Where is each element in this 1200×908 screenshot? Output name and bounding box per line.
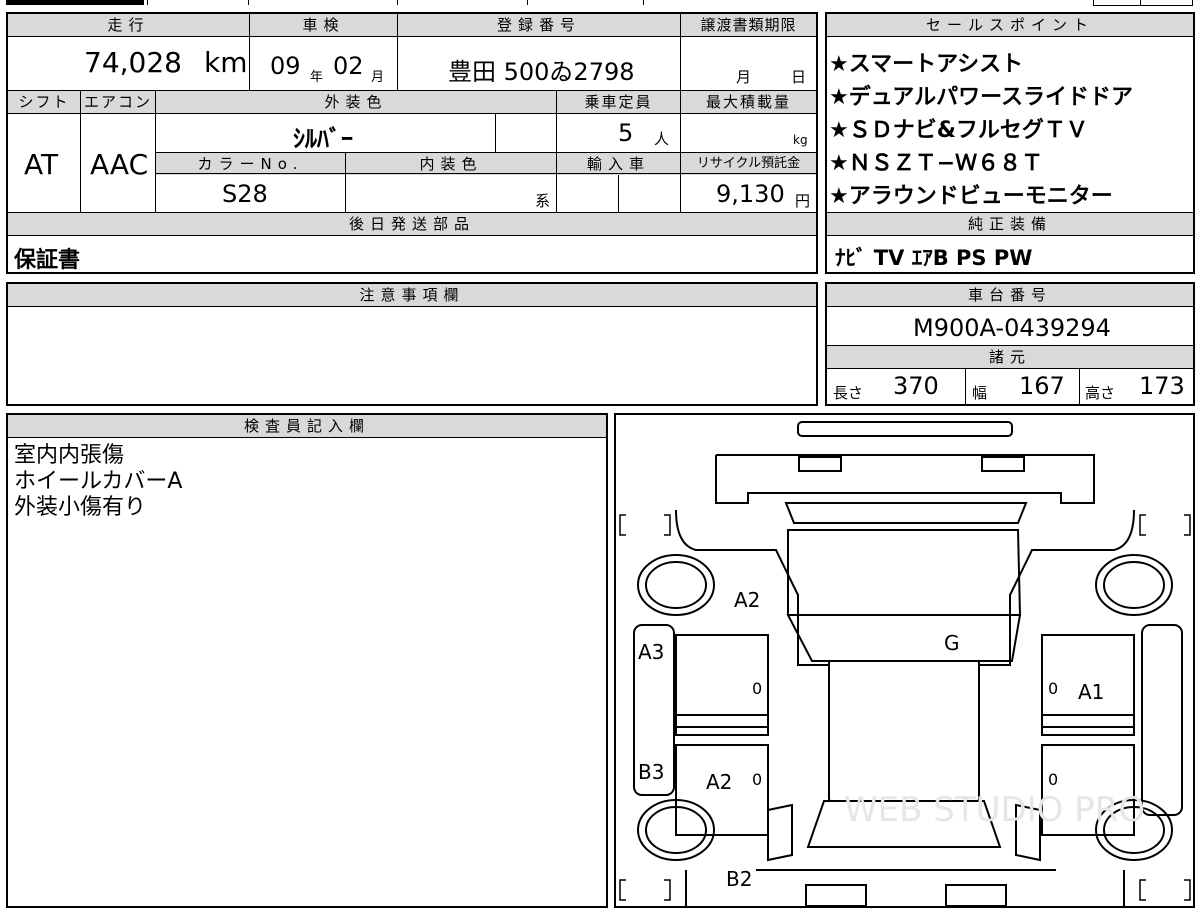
windshield bbox=[787, 529, 1022, 616]
registration-value: 豊田 500ゐ2798 bbox=[448, 58, 635, 86]
mark-zero-right-upper: 0 bbox=[1048, 679, 1059, 698]
inspector-line-3: 外装小傷有り bbox=[14, 495, 147, 520]
capacity-value: 5 bbox=[618, 119, 634, 147]
transfer-deadline-header: 譲渡書類期限 bbox=[681, 14, 816, 36]
inspector-line-2: ホイールカバーA bbox=[14, 469, 183, 494]
month-label: 月 bbox=[371, 70, 385, 85]
rear-bumper-right bbox=[945, 884, 1007, 906]
capacity-header: 乗車定員 bbox=[557, 91, 680, 113]
mark-zero-left-upper: 0 bbox=[752, 679, 763, 698]
max-load-header: 最大積載量 bbox=[681, 91, 816, 113]
vehicle-info-table: 走行 車検 登録番号 譲渡書類期限 74,028 km 09 年 02 月 豊田… bbox=[6, 12, 818, 274]
chassis-header: 車台番号 bbox=[827, 284, 1193, 306]
mark-b2: B2 bbox=[726, 867, 753, 891]
color-no-header: カラーNo. bbox=[156, 153, 345, 175]
specs-header: 諸元 bbox=[827, 346, 1193, 368]
inspection-month: 02 bbox=[333, 52, 364, 80]
roof bbox=[828, 660, 980, 802]
watermark: WEB STUDIO PRO bbox=[844, 790, 1146, 830]
rear-panel-left bbox=[767, 803, 793, 862]
mark-a2-lower: A2 bbox=[706, 770, 733, 794]
width-value: 167 bbox=[1019, 372, 1065, 400]
front-grille-right bbox=[981, 456, 1025, 472]
front-bumper bbox=[797, 421, 1013, 437]
sales-point-4: ★ＮＳＺＴ−Ｗ６８Ｔ bbox=[829, 151, 1044, 176]
height-value: 173 bbox=[1139, 372, 1185, 400]
rear-bumper-left bbox=[805, 884, 867, 906]
chassis-specs-box: 車台番号 M900A-0439294 諸元 長さ 370 幅 167 高さ 17… bbox=[825, 282, 1195, 406]
sales-point-1: ★スマートアシスト bbox=[829, 52, 1024, 77]
later-parts-header: 後日発送部品 bbox=[8, 213, 816, 235]
notes-header: 注意事項欄 bbox=[8, 284, 816, 306]
front-grille-left bbox=[798, 456, 842, 472]
exterior-color-value: ｼﾙﾊﾞｰ bbox=[293, 125, 353, 153]
inspector-box: 検査員記入欄 室内内張傷 ホイールカバーA 外装小傷有り bbox=[6, 413, 608, 908]
car-diagram-box: A2 G A3 A1 B3 A2 B2 0 0 0 0 WEB STUDIO P… bbox=[614, 413, 1195, 908]
color-no-value: S28 bbox=[222, 180, 268, 208]
exterior-color-header: 外装色 bbox=[156, 91, 556, 113]
aircon-value: AAC bbox=[90, 148, 149, 181]
inspection-header: 車検 bbox=[250, 14, 397, 36]
genuine-equipment-value: ﾅﾋﾞ TV ｴｱB PS PW bbox=[835, 246, 1033, 270]
sales-point-2: ★デュアルパワースライドドア bbox=[829, 85, 1133, 110]
sales-point-5: ★アラウンドビューモニター bbox=[829, 184, 1113, 209]
height-label: 高さ bbox=[1085, 384, 1116, 402]
mark-b3: B3 bbox=[638, 760, 665, 784]
front-panel bbox=[715, 454, 1095, 504]
notes-box: 注意事項欄 bbox=[6, 282, 818, 406]
mileage-header: 走行 bbox=[8, 14, 249, 36]
length-label: 長さ bbox=[833, 384, 864, 402]
chassis-value: M900A-0439294 bbox=[913, 314, 1111, 342]
shift-header: シフト bbox=[8, 91, 80, 113]
mark-zero-left-lower: 0 bbox=[752, 770, 763, 789]
wheel-front-left bbox=[637, 554, 715, 616]
aircon-header: エアコン bbox=[81, 91, 155, 113]
inspector-header: 検査員記入欄 bbox=[8, 415, 606, 437]
recycle-value: 9,130 bbox=[716, 180, 785, 208]
deadline-month-label: 月 bbox=[736, 68, 752, 86]
mark-zero-right-lower: 0 bbox=[1048, 770, 1059, 789]
mileage-unit: km bbox=[204, 46, 248, 79]
windshield-top bbox=[784, 502, 1028, 524]
mark-g: G bbox=[944, 631, 960, 655]
right-side-strip bbox=[1141, 624, 1183, 816]
deadline-day-label: 日 bbox=[791, 68, 807, 86]
interior-suffix: 系 bbox=[535, 192, 551, 210]
wheel-front-right bbox=[1095, 554, 1173, 616]
length-value: 370 bbox=[893, 372, 939, 400]
mark-a2-upper: A2 bbox=[734, 588, 761, 612]
max-load-unit: kg bbox=[793, 133, 808, 147]
sales-points-box: セールスポイント ★スマートアシスト ★デュアルパワースライドドア ★ＳＤナビ&… bbox=[825, 12, 1195, 274]
sales-point-3: ★ＳＤナビ&フルセグＴＶ bbox=[829, 118, 1088, 143]
shift-value: AT bbox=[24, 148, 59, 181]
capacity-unit: 人 bbox=[654, 130, 670, 148]
car-diagram bbox=[619, 421, 1191, 906]
inspection-year: 09 bbox=[270, 52, 301, 80]
width-label: 幅 bbox=[972, 384, 988, 402]
recycle-fee-header: リサイクル預託金 bbox=[681, 153, 816, 175]
registration-header: 登録番号 bbox=[398, 14, 680, 36]
inspector-line-1: 室内内張傷 bbox=[14, 443, 125, 468]
year-label: 年 bbox=[310, 70, 324, 85]
mileage-value: 74,028 bbox=[84, 46, 182, 79]
recycle-unit: 円 bbox=[795, 192, 811, 210]
roof-front bbox=[786, 614, 1022, 662]
import-header: 輸入車 bbox=[557, 153, 680, 175]
mark-a3: A3 bbox=[638, 640, 665, 664]
later-parts-value: 保証書 bbox=[14, 248, 81, 273]
interior-color-header: 内装色 bbox=[346, 153, 556, 175]
mark-a1: A1 bbox=[1078, 680, 1105, 704]
genuine-equipment-header: 純正装備 bbox=[827, 213, 1193, 235]
sales-points-header: セールスポイント bbox=[827, 14, 1193, 36]
